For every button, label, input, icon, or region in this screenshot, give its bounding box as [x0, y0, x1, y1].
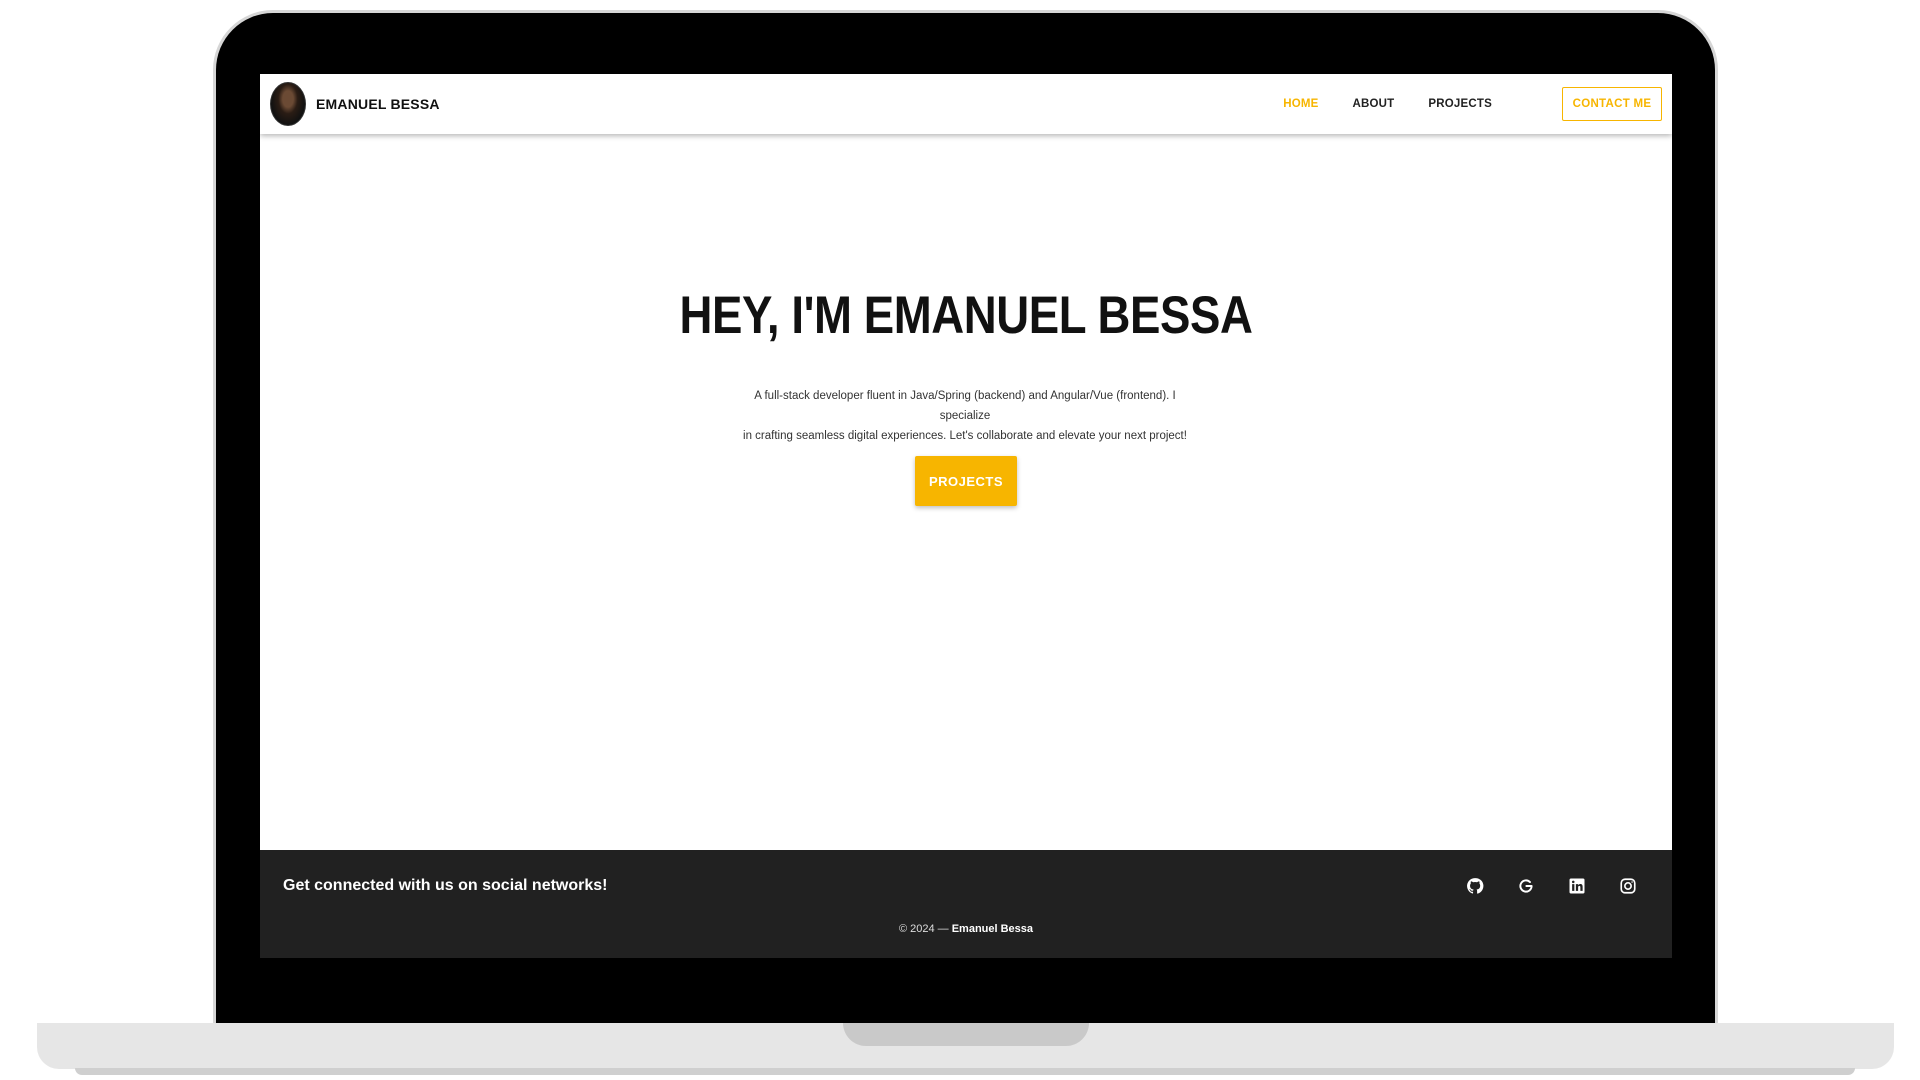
google-icon[interactable] — [1515, 875, 1537, 897]
projects-button[interactable]: PROJECTS — [915, 456, 1017, 506]
nav-link-home[interactable]: HOME — [1283, 98, 1318, 110]
copyright-name[interactable]: Emanuel Bessa — [952, 923, 1033, 935]
instagram-icon[interactable] — [1617, 875, 1639, 897]
github-icon[interactable] — [1464, 875, 1486, 897]
social-links — [1435, 875, 1639, 897]
laptop-notch — [843, 1023, 1089, 1046]
footer-tagline: Get connected with us on social networks… — [283, 877, 608, 894]
hero-section: HEY, I'M EMANUEL BESSA A full-stack deve… — [260, 134, 1672, 924]
hero-description-line1: A full-stack developer fluent in Java/Sp… — [754, 390, 1176, 422]
contact-me-button[interactable]: CONTACT ME — [1562, 87, 1662, 121]
copyright-prefix: © 2024 — — [898, 923, 952, 935]
browser-screen: EMANUEL BESSA HOME ABOUT PROJECTS CONTAC… — [260, 74, 1672, 958]
laptop-base-edge — [75, 1068, 1855, 1075]
nav-links: HOME ABOUT PROJECTS CONTACT ME — [1249, 87, 1662, 121]
hero-title: HEY, I'M EMANUEL BESSA — [679, 286, 1253, 345]
nav-link-projects[interactable]: PROJECTS — [1428, 98, 1492, 110]
avatar — [270, 82, 306, 126]
footer: Get connected with us on social networks… — [260, 850, 1672, 958]
linkedin-icon[interactable] — [1566, 875, 1588, 897]
brand-name: EMANUEL BESSA — [316, 96, 440, 112]
brand[interactable]: EMANUEL BESSA — [270, 82, 440, 126]
navbar: EMANUEL BESSA HOME ABOUT PROJECTS CONTAC… — [260, 74, 1672, 134]
hero-description-line2: in crafting seamless digital experiences… — [743, 430, 1187, 442]
nav-link-about[interactable]: ABOUT — [1353, 98, 1395, 110]
copyright: © 2024 — Emanuel Bessa — [260, 923, 1672, 935]
hero-description: A full-stack developer fluent in Java/Sp… — [730, 386, 1200, 446]
